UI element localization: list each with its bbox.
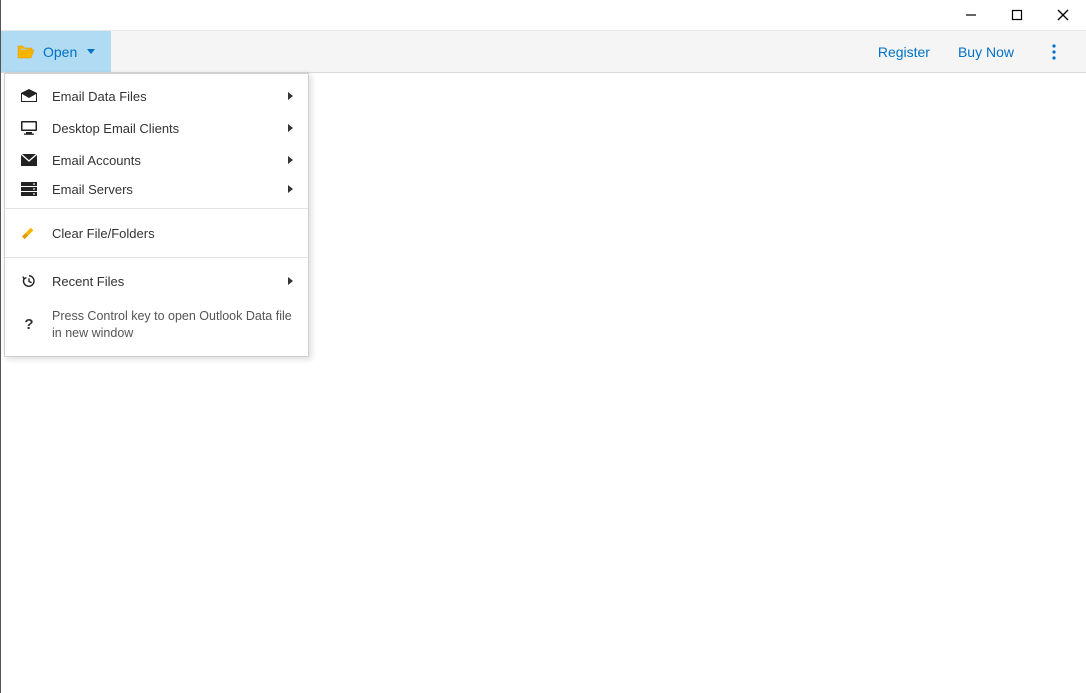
minimize-button[interactable] [948, 0, 994, 30]
hint-text: Press Control key to open Outlook Data f… [52, 308, 293, 342]
more-button[interactable] [1042, 44, 1066, 60]
caret-down-icon [87, 49, 95, 54]
open-dropdown: Email Data Files Desktop Email Clients E… [4, 73, 309, 357]
desktop-icon [20, 121, 38, 135]
menu-item-label: Email Servers [52, 182, 288, 197]
toolbar-right: Register Buy Now [878, 31, 1086, 72]
menu-item-desktop-email-clients[interactable]: Desktop Email Clients [5, 112, 308, 144]
buy-now-button[interactable]: Buy Now [958, 44, 1014, 60]
toolbar: Open Register Buy Now [1, 30, 1086, 73]
open-label: Open [43, 44, 77, 60]
maximize-button[interactable] [994, 0, 1040, 30]
broom-icon [20, 226, 38, 240]
chevron-right-icon [288, 156, 293, 164]
envelope-open-icon [20, 89, 38, 103]
close-button[interactable] [1040, 0, 1086, 30]
chevron-right-icon [288, 124, 293, 132]
menu-item-clear-files[interactable]: Clear File/Folders [5, 209, 308, 257]
chevron-right-icon [288, 92, 293, 100]
titlebar [1, 0, 1086, 30]
menu-item-email-servers[interactable]: Email Servers [5, 176, 308, 208]
question-icon: ? [20, 308, 38, 342]
register-button[interactable]: Register [878, 44, 930, 60]
hint-item: ? Press Control key to open Outlook Data… [5, 298, 308, 356]
menu-item-recent-files[interactable]: Recent Files [5, 258, 308, 298]
menu-item-label: Clear File/Folders [52, 226, 293, 241]
toolbar-left: Open [1, 31, 111, 72]
menu-item-label: Email Data Files [52, 89, 288, 104]
open-button[interactable]: Open [1, 31, 111, 72]
chevron-right-icon [288, 185, 293, 193]
envelope-icon [20, 153, 38, 167]
menu-item-label: Email Accounts [52, 153, 288, 168]
server-icon [20, 182, 38, 196]
chevron-right-icon [288, 277, 293, 285]
menu-item-label: Desktop Email Clients [52, 121, 288, 136]
menu-item-label: Recent Files [52, 274, 288, 289]
menu-item-email-accounts[interactable]: Email Accounts [5, 144, 308, 176]
menu-item-email-data-files[interactable]: Email Data Files [5, 80, 308, 112]
folder-open-icon [17, 45, 35, 59]
history-icon [20, 274, 38, 288]
